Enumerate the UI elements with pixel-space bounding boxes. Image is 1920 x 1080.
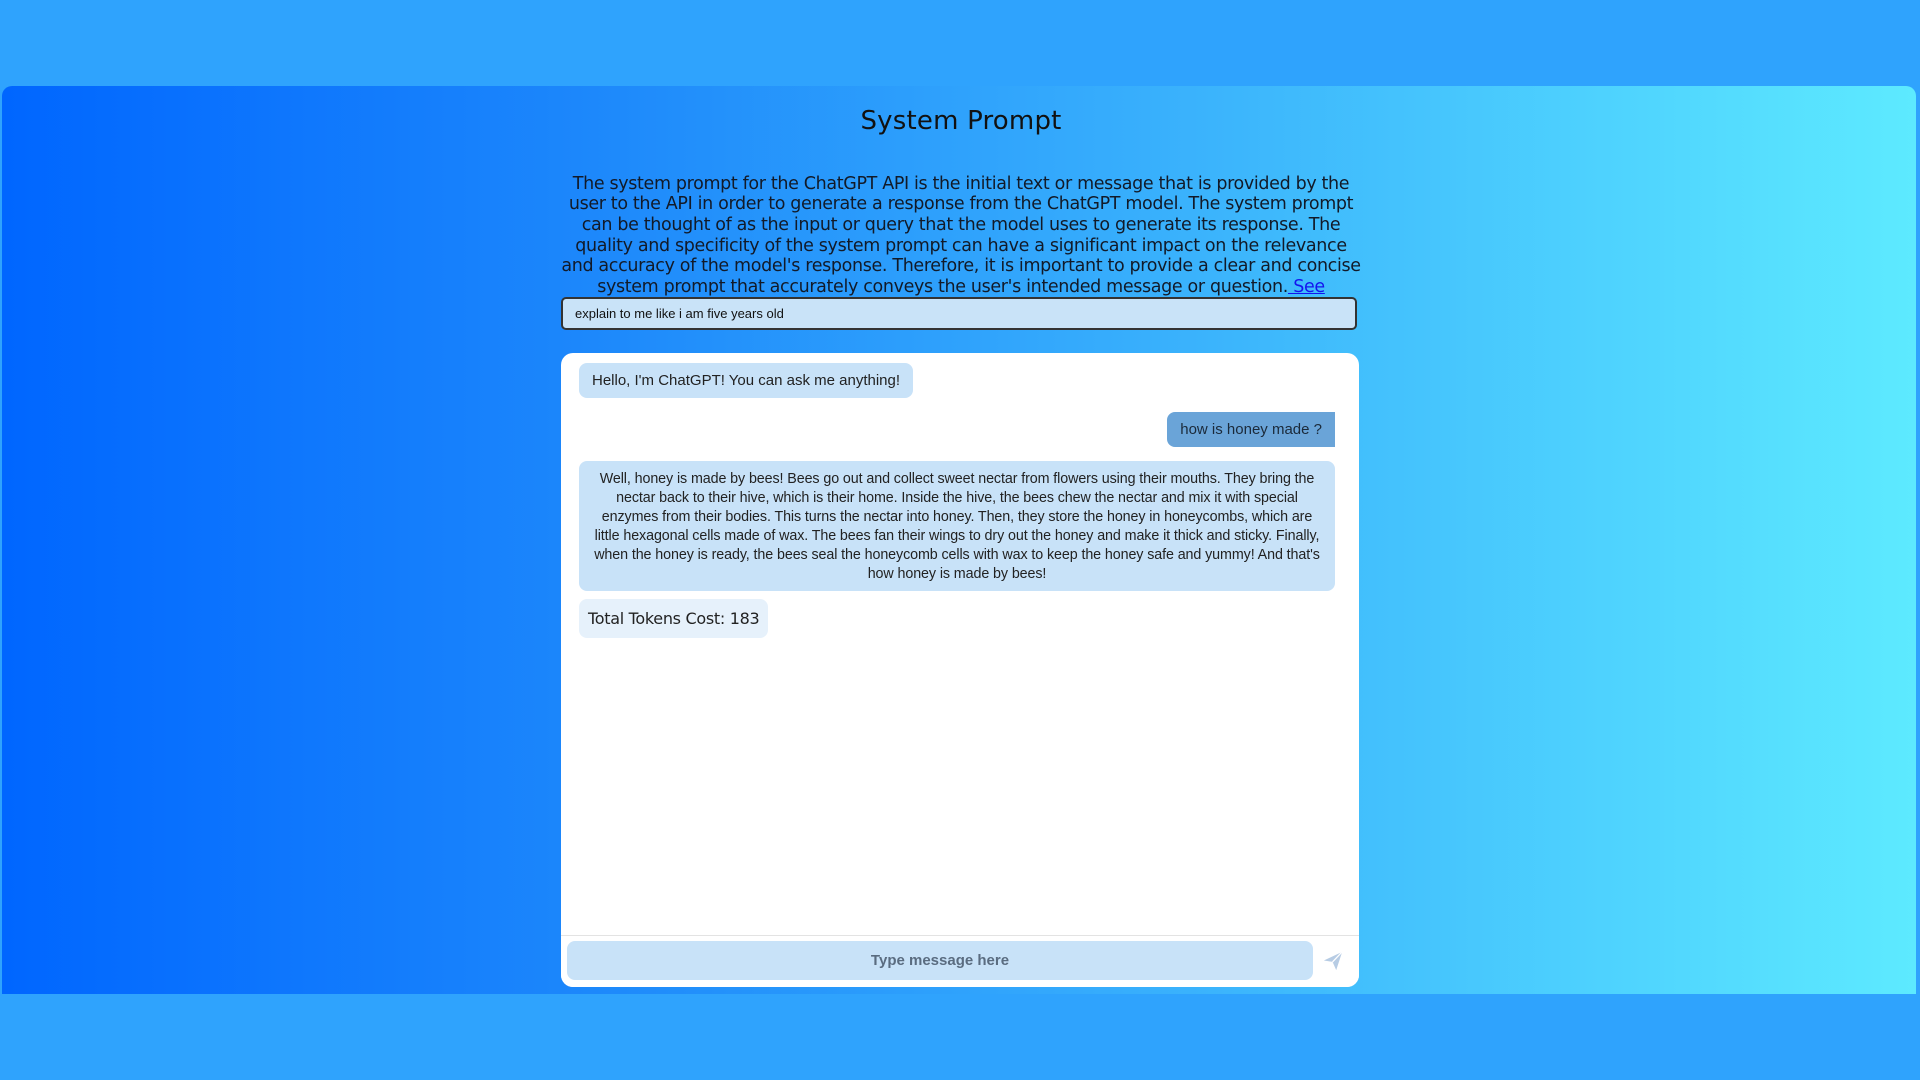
assistant-message: Hello, I'm ChatGPT! You can ask me anyth… <box>579 363 914 398</box>
assistant-message: Well, honey is made by bees! Bees go out… <box>579 461 1335 591</box>
chat-panel: Hello, I'm ChatGPT! You can ask me anyth… <box>561 353 1359 987</box>
app-frame: System Prompt The system prompt for the … <box>2 86 1916 994</box>
description-text: The system prompt for the ChatGPT API is… <box>561 173 1361 298</box>
page-title: System Prompt <box>860 106 1062 136</box>
send-icon <box>1323 950 1343 970</box>
system-prompt-input[interactable] <box>561 297 1357 330</box>
message-composer <box>561 935 1359 987</box>
token-cost-badge: Total Tokens Cost: 183 <box>579 599 769 638</box>
send-button[interactable] <box>1317 944 1349 976</box>
main-content: System Prompt The system prompt for the … <box>560 86 1362 994</box>
message-input[interactable] <box>567 941 1313 980</box>
message-list: Hello, I'm ChatGPT! You can ask me anyth… <box>561 353 1359 936</box>
user-message: how is honey made ? <box>1167 412 1335 447</box>
